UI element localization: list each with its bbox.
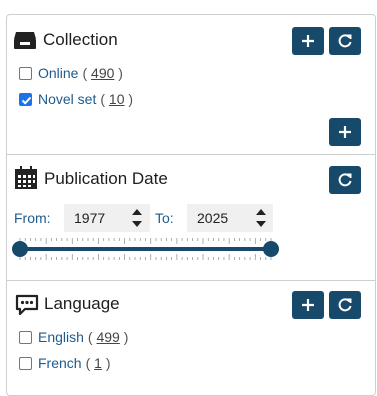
online-checkbox[interactable] <box>19 66 32 80</box>
facet-count[interactable]: 1 <box>94 355 102 371</box>
speech-bubble-icon <box>15 294 39 321</box>
reset-language-button[interactable] <box>329 291 361 319</box>
reset-collection-button[interactable] <box>329 27 361 55</box>
add-collection-button[interactable] <box>292 27 324 55</box>
refresh-icon <box>338 34 352 48</box>
facet-count-wrap: ( 1 ) <box>85 355 111 371</box>
add-collection-item-button[interactable] <box>329 118 361 146</box>
facet-french[interactable]: French ( 1 ) <box>19 355 111 371</box>
to-year-stepper[interactable] <box>252 204 270 232</box>
refresh-icon <box>338 298 352 312</box>
refresh-icon <box>338 173 352 187</box>
range-end-handle[interactable] <box>263 241 279 257</box>
facet-panel: Collection Online ( 490 ) Novel set ( 10… <box>6 14 376 396</box>
french-checkbox[interactable] <box>19 356 32 370</box>
facet-label[interactable]: English <box>38 329 84 345</box>
section-divider <box>7 154 375 155</box>
facet-label[interactable]: Online <box>38 65 78 81</box>
section-divider <box>7 280 375 281</box>
add-language-button[interactable] <box>292 291 324 319</box>
year-range-slider[interactable] <box>7 233 287 267</box>
reset-date-button[interactable] <box>329 166 361 194</box>
facet-online[interactable]: Online ( 490 ) <box>19 65 123 81</box>
facet-count[interactable]: 10 <box>109 91 125 107</box>
range-start-handle[interactable] <box>12 241 28 257</box>
facet-label[interactable]: Novel set <box>38 91 96 107</box>
collection-title: Collection <box>43 30 118 49</box>
facet-count-wrap: ( 10 ) <box>100 91 134 107</box>
plus-icon <box>302 35 314 47</box>
publication-date-title: Publication Date <box>44 169 168 188</box>
novel-set-checkbox[interactable] <box>19 92 32 106</box>
check-icon <box>21 96 32 105</box>
plus-icon <box>339 126 351 138</box>
facet-count[interactable]: 490 <box>91 65 114 81</box>
facet-novel-set[interactable]: Novel set ( 10 ) <box>19 91 133 107</box>
from-label: From: <box>14 210 51 226</box>
calendar-icon <box>14 166 38 195</box>
facet-english[interactable]: English ( 499 ) <box>19 329 128 345</box>
facet-count-wrap: ( 499 ) <box>87 329 129 345</box>
facet-count-wrap: ( 490 ) <box>82 65 123 81</box>
to-label: To: <box>155 210 174 226</box>
english-checkbox[interactable] <box>19 330 32 344</box>
plus-icon <box>302 299 314 311</box>
facet-label[interactable]: French <box>38 355 82 371</box>
facet-count[interactable]: 499 <box>96 329 119 345</box>
from-year-stepper[interactable] <box>128 204 146 232</box>
archive-box-icon <box>13 30 37 55</box>
language-title: Language <box>44 294 120 313</box>
